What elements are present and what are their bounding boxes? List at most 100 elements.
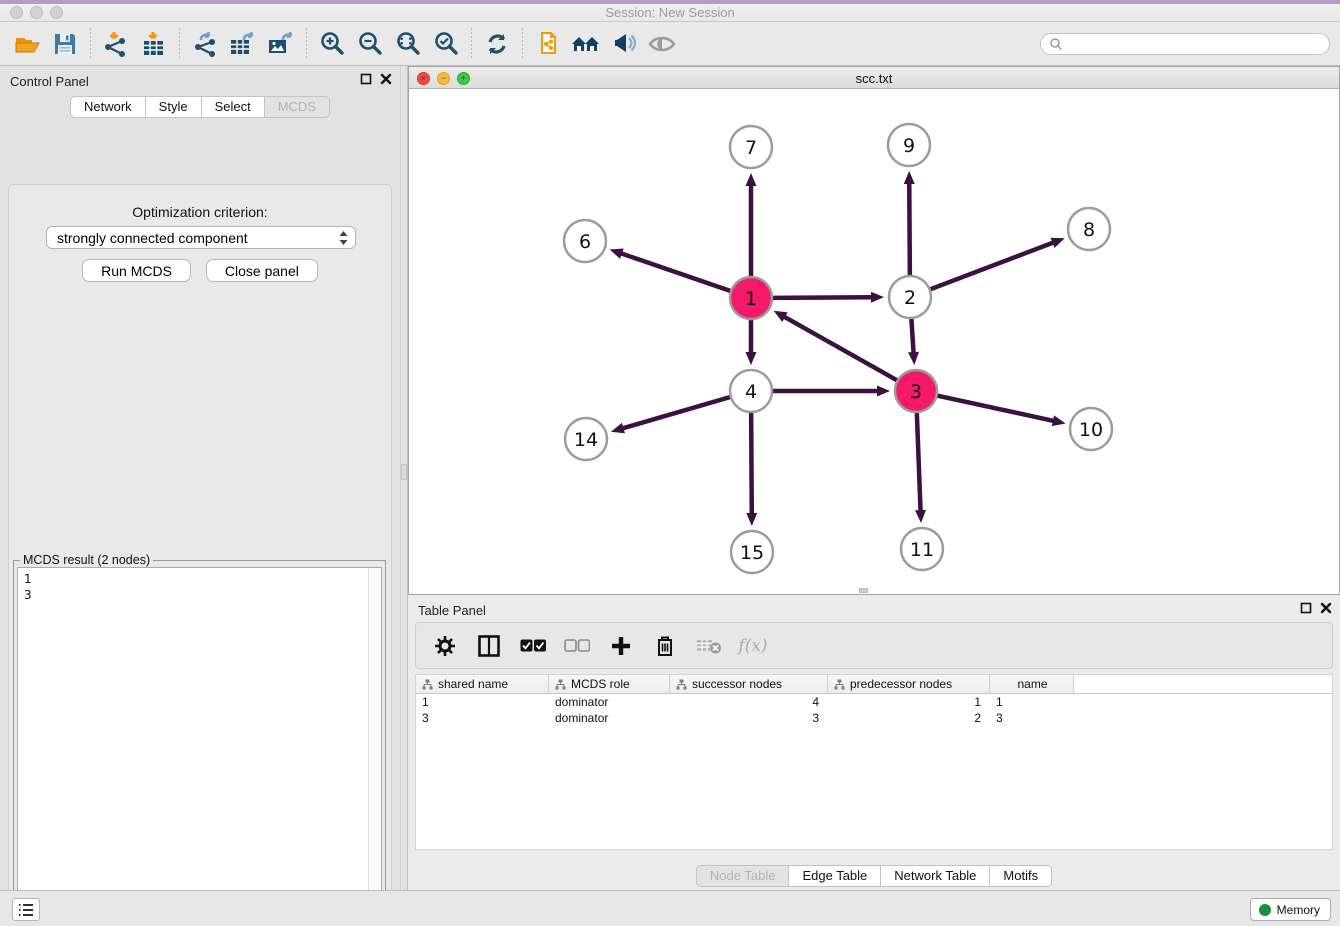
search-input[interactable] <box>1063 37 1321 51</box>
graph-edge-2-9[interactable] <box>909 182 910 275</box>
close-panel-button[interactable]: Close panel <box>206 259 318 282</box>
import-table-button[interactable] <box>137 27 171 61</box>
select-all-columns-button[interactable] <box>518 631 548 661</box>
table-tab-network-table[interactable]: Network Table <box>880 865 990 887</box>
clone-network-button[interactable] <box>531 27 565 61</box>
save-icon <box>52 31 78 57</box>
table-tab-motifs[interactable]: Motifs <box>989 865 1052 887</box>
task-history-button[interactable] <box>12 898 40 921</box>
refresh-view-button[interactable] <box>480 27 514 61</box>
table-cell[interactable]: 3 <box>670 710 828 726</box>
network-window-titlebar[interactable]: × − + scc.txt <box>409 67 1339 89</box>
graph-edge-3-11[interactable] <box>917 413 921 512</box>
annotation-mode-button[interactable] <box>607 27 641 61</box>
graph-node-14[interactable]: 14 <box>565 418 607 460</box>
graph-edge-1-2[interactable] <box>773 297 873 298</box>
graph-node-4[interactable]: 4 <box>730 370 772 412</box>
float-panel-icon[interactable] <box>1300 602 1312 614</box>
table-row[interactable]: 3dominator323 <box>416 710 1332 726</box>
graph-node-8[interactable]: 8 <box>1068 208 1110 250</box>
table-tab-node-table[interactable]: Node Table <box>696 865 790 887</box>
export-image-button[interactable] <box>264 27 298 61</box>
float-panel-icon[interactable] <box>360 73 372 85</box>
graph-edge-2-3[interactable] <box>911 319 913 354</box>
mcds-result-list[interactable]: 13 <box>17 567 382 926</box>
run-mcds-button[interactable]: Run MCDS <box>82 259 191 282</box>
refresh-icon <box>483 30 511 58</box>
graph-node-1[interactable]: 1 <box>730 277 772 319</box>
tab-style[interactable]: Style <box>145 96 202 118</box>
table-cell[interactable]: 1 <box>990 694 1074 710</box>
network-overview-button[interactable] <box>569 27 603 61</box>
table-tab-edge-table[interactable]: Edge Table <box>788 865 881 887</box>
graph-node-3[interactable]: 3 <box>895 370 937 412</box>
splitter-handle[interactable] <box>401 464 407 480</box>
graph-node-6[interactable]: 6 <box>564 220 606 262</box>
table-toolbar: f(x) <box>415 622 1333 669</box>
table-cell[interactable]: 2 <box>828 710 990 726</box>
column-header-predecessor-nodes[interactable]: predecessor nodes <box>828 675 990 693</box>
graph-edge-1-6[interactable] <box>620 253 730 291</box>
graph-edge-2-8[interactable] <box>931 242 1055 289</box>
delete-table-icon <box>696 637 722 655</box>
export-table-button[interactable] <box>226 27 260 61</box>
zoom-fit-button[interactable] <box>391 27 425 61</box>
export-network-button[interactable] <box>188 27 222 61</box>
table-row[interactable]: 1dominator411 <box>416 694 1332 710</box>
graph-node-10[interactable]: 10 <box>1070 408 1112 450</box>
network-graph[interactable]: 7 9 6 8 1 2 4 3 14 10 15 11 <box>409 89 1339 594</box>
column-header-name[interactable]: name <box>990 675 1074 693</box>
search-icon <box>1049 37 1063 51</box>
column-header-shared-name[interactable]: shared name <box>416 675 549 693</box>
result-item[interactable]: 1 <box>24 571 381 587</box>
zoom-selected-button[interactable] <box>429 27 463 61</box>
unselect-all-columns-button[interactable] <box>562 631 592 661</box>
edge-arrowhead <box>908 352 919 365</box>
show-hide-graphics-button[interactable] <box>645 27 679 61</box>
graph-node-7[interactable]: 7 <box>730 126 772 168</box>
network-resize-handle[interactable] <box>859 588 868 593</box>
graph-edge-3-1[interactable] <box>783 316 897 380</box>
column-header-successor-nodes[interactable]: successor nodes <box>670 675 828 693</box>
zoom-out-icon <box>356 30 384 58</box>
graph-node-15[interactable]: 15 <box>731 531 773 573</box>
table-cell[interactable]: 1 <box>416 694 549 710</box>
graph-node-2[interactable]: 2 <box>889 276 931 318</box>
open-file-button[interactable] <box>10 27 44 61</box>
graph-node-9[interactable]: 9 <box>888 124 930 166</box>
criterion-dropdown[interactable]: strongly connected component <box>46 226 356 249</box>
result-item[interactable]: 3 <box>24 587 381 603</box>
tab-mcds[interactable]: MCDS <box>264 96 330 118</box>
panel-splitter[interactable] <box>400 66 408 890</box>
node-table[interactable]: shared nameMCDS rolesuccessor nodesprede… <box>415 674 1333 850</box>
close-panel-icon[interactable] <box>1320 602 1332 614</box>
graph-edge-3-10[interactable] <box>937 396 1054 421</box>
table-cell[interactable]: 3 <box>990 710 1074 726</box>
table-panel-title: Table Panel <box>418 603 486 618</box>
table-cell[interactable]: dominator <box>549 694 670 710</box>
memory-button[interactable]: Memory <box>1250 898 1331 921</box>
tab-select[interactable]: Select <box>201 96 265 118</box>
graph-edge-4-15[interactable] <box>751 413 752 515</box>
save-session-button[interactable] <box>48 27 82 61</box>
add-column-button[interactable] <box>606 631 636 661</box>
column-header-mcds-role[interactable]: MCDS role <box>549 675 670 693</box>
delete-columns-button[interactable] <box>650 631 680 661</box>
zoom-in-button[interactable] <box>315 27 349 61</box>
network-canvas[interactable]: 7 9 6 8 1 2 4 3 14 10 15 11 <box>409 89 1339 594</box>
graph-node-11[interactable]: 11 <box>901 528 943 570</box>
graph-edge-4-14[interactable] <box>622 397 730 429</box>
table-cell[interactable]: dominator <box>549 710 670 726</box>
table-cell[interactable]: 1 <box>828 694 990 710</box>
scrollbar-track[interactable] <box>368 568 381 926</box>
close-panel-icon[interactable] <box>380 73 392 85</box>
table-cell[interactable]: 3 <box>416 710 549 726</box>
zoom-out-button[interactable] <box>353 27 387 61</box>
toggle-columns-button[interactable] <box>474 631 504 661</box>
table-cell[interactable]: 4 <box>670 694 828 710</box>
tab-network[interactable]: Network <box>70 96 146 118</box>
table-settings-button[interactable] <box>430 631 460 661</box>
window-title: Session: New Session <box>0 5 1340 20</box>
import-network-button[interactable] <box>99 27 133 61</box>
search-box[interactable] <box>1040 33 1330 55</box>
